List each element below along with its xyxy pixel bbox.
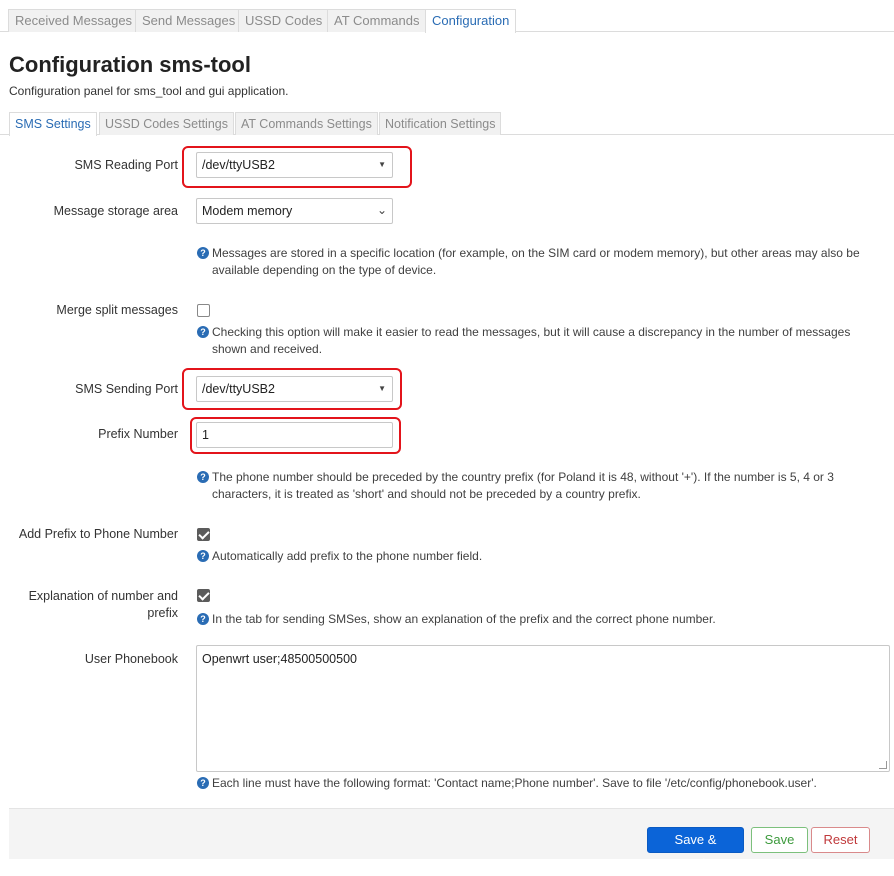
chevron-down-icon: ⌄ [376,203,387,217]
save-button[interactable]: Save [751,827,808,853]
question-circle-icon: ? [197,471,209,483]
merge-label: Merge split messages [56,303,178,317]
sending-port-value: /dev/ttyUSB2 [202,382,275,396]
tab-notification-settings[interactable]: Notification Settings [379,112,502,135]
explanation-hint: ? In the tab for sending SMSes, show an … [197,611,877,628]
top-tab-bar: Received Messages Send Messages USSD Cod… [0,0,894,33]
explanation-label-line2: prefix [147,606,178,620]
merge-checkbox[interactable] [197,304,210,317]
phonebook-hint-text: Each line must have the following format… [212,776,817,790]
explanation-label: Explanation of number and prefix [29,588,178,622]
merge-hint: ? Checking this option will make it easi… [197,324,877,358]
sub-tab-bar: SMS Settings USSD Codes Settings AT Comm… [0,112,894,136]
page-description: Configuration panel for sms_tool and gui… [9,84,289,98]
question-circle-icon: ? [197,777,209,789]
question-circle-icon: ? [197,550,209,562]
action-bar: Save & Apply Save Reset [9,808,894,871]
phonebook-hint: ? Each line must have the following form… [197,775,877,792]
tab-ussd-codes[interactable]: USSD Codes [238,9,330,32]
add-prefix-hint-text: Automatically add prefix to the phone nu… [212,549,483,563]
storage-value: Modem memory [202,204,293,218]
caret-down-icon: ▼ [378,160,386,169]
reset-button[interactable]: Reset [811,827,870,853]
prefix-label: Prefix Number [98,427,178,441]
storage-hint: ? Messages are stored in a specific loca… [197,245,877,279]
explanation-checkbox[interactable] [197,589,210,602]
storage-hint-text: Messages are stored in a specific locati… [212,246,860,277]
phonebook-value: Openwrt user;48500500500 [202,652,357,666]
phonebook-label: User Phonebook [84,652,178,666]
add-prefix-checkbox[interactable] [197,528,210,541]
explanation-hint-text: In the tab for sending SMSes, show an ex… [212,612,716,626]
reading-port-label: SMS Reading Port [74,158,178,172]
tab-send-messages[interactable]: Send Messages [135,9,243,32]
caret-down-icon: ▼ [378,384,386,393]
page-title: Configuration sms-tool [9,52,251,77]
sending-port-label: SMS Sending Port [75,382,178,396]
prefix-hint-text: The phone number should be preceded by t… [212,470,834,501]
prefix-hint: ? The phone number should be preceded by… [197,469,877,503]
question-circle-icon: ? [197,247,209,259]
merge-hint-text: Checking this option will make it easier… [212,325,851,356]
tab-sms-settings[interactable]: SMS Settings [9,112,97,136]
prefix-input[interactable]: 1 [196,422,393,448]
storage-select[interactable]: Modem memory ⌄ [196,198,393,224]
save-apply-button[interactable]: Save & Apply [647,827,744,871]
sending-port-select[interactable]: /dev/ttyUSB2 ▼ [196,376,393,402]
tab-at-commands[interactable]: AT Commands [327,9,427,32]
question-circle-icon: ? [197,613,209,625]
explanation-label-line1: Explanation of number and [28,589,178,603]
add-prefix-hint: ? Automatically add prefix to the phone … [197,548,877,565]
tab-received-messages[interactable]: Received Messages [8,9,140,32]
resize-handle-icon[interactable] [879,761,887,769]
tab-configuration[interactable]: Configuration [425,9,517,33]
phonebook-textarea[interactable]: Openwrt user;48500500500 [196,645,890,772]
storage-label: Message storage area [53,204,178,218]
question-circle-icon: ? [197,326,209,338]
reading-port-value: /dev/ttyUSB2 [202,158,275,172]
reading-port-select[interactable]: /dev/ttyUSB2 ▼ [196,152,393,178]
add-prefix-label: Add Prefix to Phone Number [18,527,178,541]
tab-at-commands-settings[interactable]: AT Commands Settings [235,112,378,135]
tab-ussd-codes-settings[interactable]: USSD Codes Settings [99,112,234,135]
